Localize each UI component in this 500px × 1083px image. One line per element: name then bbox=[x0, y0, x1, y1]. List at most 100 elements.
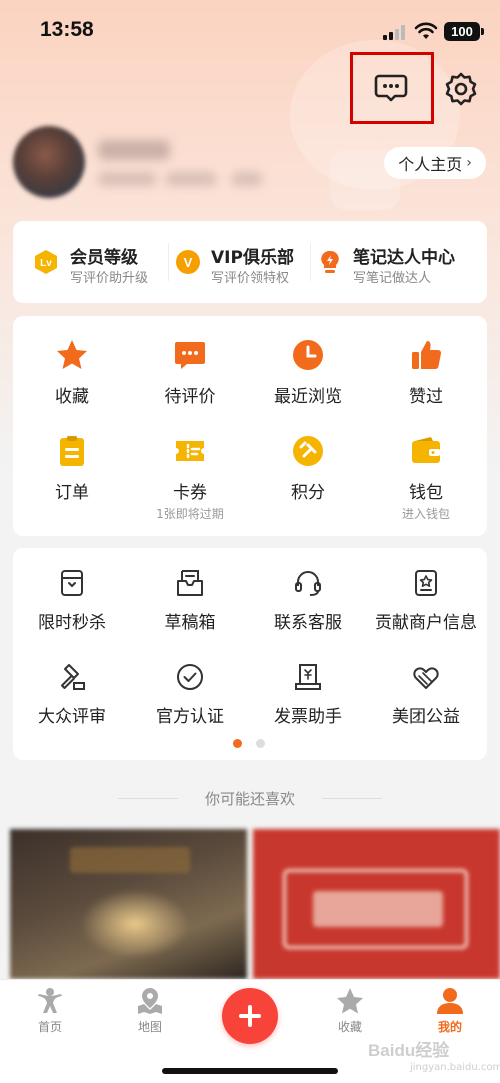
star-outline-icon bbox=[337, 988, 363, 1014]
customer-service-label: 联系客服 bbox=[274, 613, 342, 633]
orders-entry[interactable]: 订单 bbox=[13, 434, 131, 503]
main-shortcuts-card: 收藏 待评价 最近浏览 赞过 订单 卡券 1张即将过期 积分 钱包 进入钱包 bbox=[13, 316, 487, 536]
profile-stat-blurred bbox=[98, 172, 156, 186]
tab-favorites[interactable]: 收藏 bbox=[310, 986, 390, 1035]
invoice-assistant-entry[interactable]: 发票助手 bbox=[249, 662, 367, 727]
profile-stat-blurred bbox=[232, 172, 262, 186]
home-person-icon bbox=[38, 988, 62, 1013]
recommend-section-title: 你可能还喜欢 bbox=[204, 790, 295, 808]
charity-entry[interactable]: 美团公益 bbox=[367, 662, 485, 727]
wallet-note: 进入钱包 bbox=[401, 507, 450, 521]
vip-club-entry[interactable]: V VIP俱乐部 写评价领特权 bbox=[171, 221, 321, 303]
coupon-icon bbox=[176, 441, 204, 461]
storefront-sign-blurred bbox=[70, 847, 190, 873]
favorites-entry[interactable]: 收藏 bbox=[13, 338, 131, 407]
coupons-expiry-note: 1张即将过期 bbox=[156, 507, 224, 521]
thumbs-up-icon bbox=[412, 341, 442, 369]
pending-review-entry[interactable]: 待评价 bbox=[131, 338, 249, 407]
message-bubble-icon bbox=[374, 74, 408, 102]
vip-badge-icon: V bbox=[176, 250, 200, 274]
coupons-entry[interactable]: 卡券 1张即将过期 bbox=[131, 434, 249, 522]
watermark-text: Baidu经验 bbox=[368, 1041, 450, 1060]
flash-sale-entry[interactable]: 限时秒杀 bbox=[13, 568, 131, 633]
settings-gear-icon[interactable] bbox=[443, 71, 479, 107]
status-time: 13:58 bbox=[40, 18, 94, 41]
member-level-title: 会员等级 bbox=[70, 248, 138, 268]
check-circle-icon bbox=[177, 664, 203, 690]
invoice-assistant-label: 发票助手 bbox=[274, 707, 342, 727]
lv-badge-icon: Lv bbox=[35, 250, 57, 274]
tab-mine-label: 我的 bbox=[437, 1020, 462, 1034]
pending-review-label: 待评价 bbox=[164, 387, 216, 407]
vip-club-title: VIP俱乐部 bbox=[211, 248, 294, 268]
orders-label: 订单 bbox=[55, 483, 89, 503]
charity-label: 美团公益 bbox=[392, 707, 460, 727]
member-level-subtitle: 写评价助升级 bbox=[70, 271, 149, 286]
coupons-label: 卡券 bbox=[173, 483, 207, 503]
recommend-item-image[interactable] bbox=[10, 829, 247, 979]
merchant-icon bbox=[415, 570, 437, 596]
publish-plus-button[interactable] bbox=[222, 988, 278, 1044]
chevron-right-icon: › bbox=[466, 155, 472, 171]
wifi-icon bbox=[414, 22, 438, 39]
charity-heart-icon bbox=[413, 667, 439, 689]
svg-text:Lv: Lv bbox=[40, 258, 52, 269]
official-certification-label: 官方认证 bbox=[156, 707, 224, 727]
flash-sale-icon bbox=[61, 570, 83, 596]
profile-stat-blurred bbox=[166, 172, 216, 186]
message-button[interactable] bbox=[350, 52, 434, 124]
headset-icon bbox=[295, 571, 321, 596]
favorites-label: 收藏 bbox=[55, 387, 89, 407]
comment-icon bbox=[175, 342, 205, 369]
wallet-icon bbox=[412, 437, 440, 463]
signboard-plate-blurred bbox=[313, 891, 443, 927]
avatar[interactable] bbox=[13, 126, 85, 198]
liked-entry[interactable]: 赞过 bbox=[367, 338, 485, 407]
points-icon bbox=[293, 436, 323, 466]
tab-map-label: 地图 bbox=[137, 1020, 162, 1034]
contribute-merchant-entry[interactable]: 贡献商户信息 bbox=[367, 568, 485, 633]
tab-mine[interactable]: 我的 bbox=[410, 986, 490, 1035]
personal-homepage-label: 个人主页 bbox=[398, 155, 463, 174]
drafts-entry[interactable]: 草稿箱 bbox=[131, 568, 249, 633]
member-level-entry[interactable]: Lv 会员等级 写评价助升级 bbox=[13, 221, 171, 303]
note-expert-subtitle: 写笔记做达人 bbox=[353, 271, 432, 286]
bulb-badge-icon bbox=[321, 250, 339, 273]
battery-level: 100 bbox=[451, 24, 473, 39]
divider bbox=[168, 243, 169, 281]
watermark-url: jingyan.baidu.com bbox=[410, 1062, 500, 1073]
official-certification-entry[interactable]: 官方认证 bbox=[131, 662, 249, 727]
invoice-icon bbox=[295, 664, 321, 690]
user-icon bbox=[437, 988, 463, 1014]
customer-service-entry[interactable]: 联系客服 bbox=[249, 568, 367, 633]
divider bbox=[310, 243, 311, 281]
page-dot-active[interactable] bbox=[233, 739, 242, 748]
contribute-merchant-label: 贡献商户信息 bbox=[375, 613, 477, 633]
star-icon bbox=[57, 340, 87, 369]
recent-views-label: 最近浏览 bbox=[274, 387, 342, 407]
tab-home[interactable]: 首页 bbox=[10, 986, 90, 1035]
gavel-icon bbox=[61, 664, 85, 690]
home-indicator[interactable] bbox=[162, 1068, 338, 1074]
note-expert-title: 笔记达人中心 bbox=[353, 248, 455, 268]
tab-map[interactable]: 地图 bbox=[110, 986, 190, 1035]
storefront-light-blurred bbox=[80, 889, 190, 959]
public-review-label: 大众评审 bbox=[38, 707, 106, 727]
note-expert-entry[interactable]: 笔记达人中心 写笔记做达人 bbox=[313, 221, 487, 303]
points-entry[interactable]: 积分 bbox=[249, 434, 367, 503]
flash-sale-label: 限时秒杀 bbox=[38, 613, 106, 633]
vip-club-subtitle: 写评价领特权 bbox=[211, 271, 290, 286]
tools-card: 限时秒杀 草稿箱 联系客服 贡献商户信息 大众评审 官方认证 发票助手 美团公益 bbox=[13, 548, 487, 760]
svg-text:V: V bbox=[184, 255, 193, 270]
battery-icon: 100 bbox=[444, 22, 484, 41]
liked-label: 赞过 bbox=[409, 387, 443, 407]
page-dot[interactable] bbox=[256, 739, 265, 748]
recent-views-entry[interactable]: 最近浏览 bbox=[249, 338, 367, 407]
wallet-entry[interactable]: 钱包 进入钱包 bbox=[367, 434, 485, 522]
personal-homepage-button[interactable]: 个人主页 › bbox=[384, 147, 486, 179]
username-blurred bbox=[98, 140, 170, 160]
public-review-entry[interactable]: 大众评审 bbox=[13, 662, 131, 727]
map-pin-icon bbox=[138, 988, 162, 1014]
recommend-item-image[interactable] bbox=[253, 829, 500, 979]
drafts-icon bbox=[177, 570, 203, 596]
